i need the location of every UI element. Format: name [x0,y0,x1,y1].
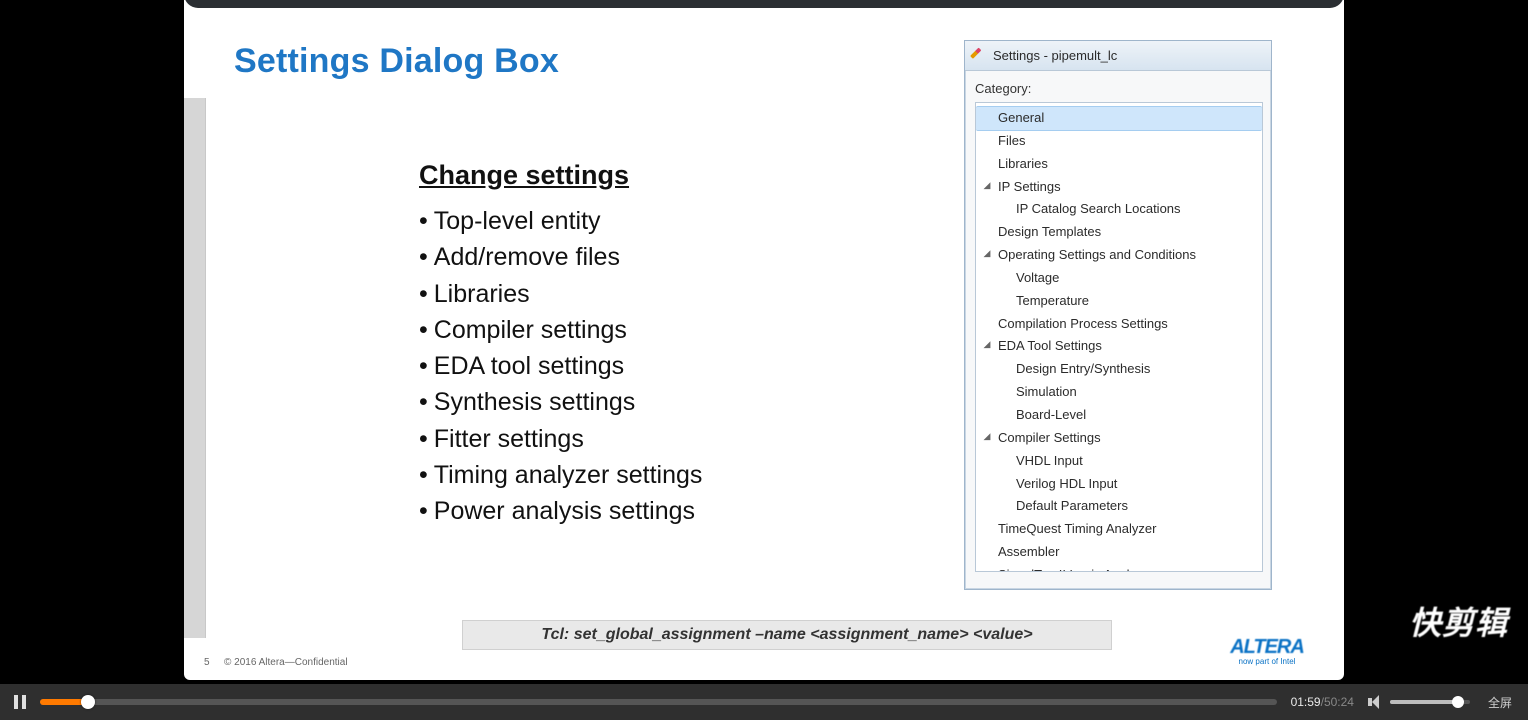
tree-item[interactable]: TimeQuest Timing Analyzer [976,518,1262,541]
slide: Settings Dialog Box Change settings Top-… [184,0,1344,680]
video-area: Settings Dialog Box Change settings Top-… [0,0,1528,684]
tree-item[interactable]: Simulation [976,381,1262,404]
fullscreen-button[interactable]: 全屏 [1478,694,1528,711]
tree-item-label: IP Settings [998,179,1061,194]
expander-icon[interactable]: ◢ [982,339,992,349]
brand-logo: ALTERA now part of Intel [1222,636,1312,666]
tree-item[interactable]: Design Templates [976,221,1262,244]
slide-sidebar-accent [184,98,206,638]
category-tree[interactable]: General Files Libraries ◢ IP Settings IP Cata… [975,102,1263,572]
tree-item[interactable]: ◢ IP Settings [976,176,1262,199]
current-time: 01:59 [1291,695,1321,709]
tree-item-label: Simulation [1016,384,1077,399]
tree-item-label: Temperature [1016,293,1089,308]
page-number: 5 [204,657,210,668]
tree-item-label: Compiler Settings [998,430,1101,445]
tree-item-label: Operating Settings and Conditions [998,247,1196,262]
expander-icon[interactable]: ◢ [982,180,992,190]
expander-icon[interactable]: ◢ [982,431,992,441]
tree-item[interactable]: Compilation Process Settings [976,313,1262,336]
tree-item-label: TimeQuest Timing Analyzer [998,521,1156,536]
tree-item[interactable]: ◢ Operating Settings and Conditions [976,244,1262,267]
tree-item-label: Design Templates [998,224,1101,239]
settings-window-title: Settings - pipemult_lc [993,48,1117,63]
copyright: © 2016 Altera—Confidential [224,657,348,668]
settings-titlebar: Settings - pipemult_lc [965,41,1271,71]
tree-item[interactable]: Temperature [976,290,1262,313]
pause-button[interactable] [0,684,40,720]
bullet-heading: Change settings [419,160,969,191]
tree-item-label: EDA Tool Settings [998,338,1102,353]
bullet-item: Fitter settings [419,421,969,457]
tree-item[interactable]: VHDL Input [976,450,1262,473]
tree-item[interactable]: Verilog HDL Input [976,473,1262,496]
tree-item[interactable]: Board-Level [976,404,1262,427]
time-display: 01:59/50:24 [1277,695,1368,709]
tree-item-label: Design Entry/Synthesis [1016,361,1150,376]
tree-item[interactable]: Default Parameters [976,495,1262,518]
tree-item[interactable]: ◢ Compiler Settings [976,427,1262,450]
tree-item-label: General [998,110,1044,125]
tree-item[interactable]: Files [976,130,1262,153]
bullet-item: Top-level entity [419,203,969,239]
tree-item[interactable]: IP Catalog Search Locations [976,198,1262,221]
tree-item[interactable]: Libraries [976,153,1262,176]
slide-topbar [184,0,1344,8]
bullet-item: Libraries [419,276,969,312]
tree-item-label: SignalTap II Logic Analyzer [998,567,1154,572]
tree-item-label: Assembler [998,544,1059,559]
settings-body: Category: General Files Libraries ◢ IP Setti… [965,71,1271,580]
bullet-item: EDA tool settings [419,348,969,384]
bullet-item: Compiler settings [419,312,969,348]
tree-item-label: Libraries [998,156,1048,171]
slide-title: Settings Dialog Box [234,42,559,81]
tree-item-label: IP Catalog Search Locations [1016,201,1181,216]
tree-item[interactable]: General [976,106,1262,131]
bullet-item: Power analysis settings [419,493,969,529]
duration: 50:24 [1324,695,1354,709]
bullet-list: Change settings Top-level entityAdd/remo… [419,160,969,529]
pause-icon [14,695,26,709]
expander-icon[interactable]: ◢ [982,248,992,258]
tree-item[interactable]: Voltage [976,267,1262,290]
bullet-item: Timing analyzer settings [419,457,969,493]
speaker-icon [1368,695,1382,709]
tree-item-label: Compilation Process Settings [998,316,1168,331]
watermark: 快剪辑 [1409,598,1508,644]
tree-item[interactable]: Design Entry/Synthesis [976,358,1262,381]
progress-bar[interactable] [40,684,1277,720]
tree-item[interactable]: ◢ EDA Tool Settings [976,335,1262,358]
bullet-item: Add/remove files [419,239,969,275]
tree-item[interactable]: Assembler [976,541,1262,564]
settings-dialog: Settings - pipemult_lc Category: General… [964,40,1272,590]
bullet-item: Synthesis settings [419,384,969,420]
tree-item-label: Default Parameters [1016,498,1128,513]
volume-control[interactable] [1368,684,1478,720]
tree-item-label: VHDL Input [1016,453,1083,468]
tree-item-label: Verilog HDL Input [1016,476,1117,491]
tcl-command-bar: Tcl: set_global_assignment –name <assign… [462,620,1112,650]
tree-item[interactable]: SignalTap II Logic Analyzer [976,564,1262,572]
tree-item-label: Files [998,133,1025,148]
tree-item-label: Voltage [1016,270,1059,285]
player-controls: 01:59/50:24 全屏 [0,684,1528,720]
pencil-icon [970,46,990,66]
category-label: Category: [975,81,1263,96]
tree-item-label: Board-Level [1016,407,1086,422]
